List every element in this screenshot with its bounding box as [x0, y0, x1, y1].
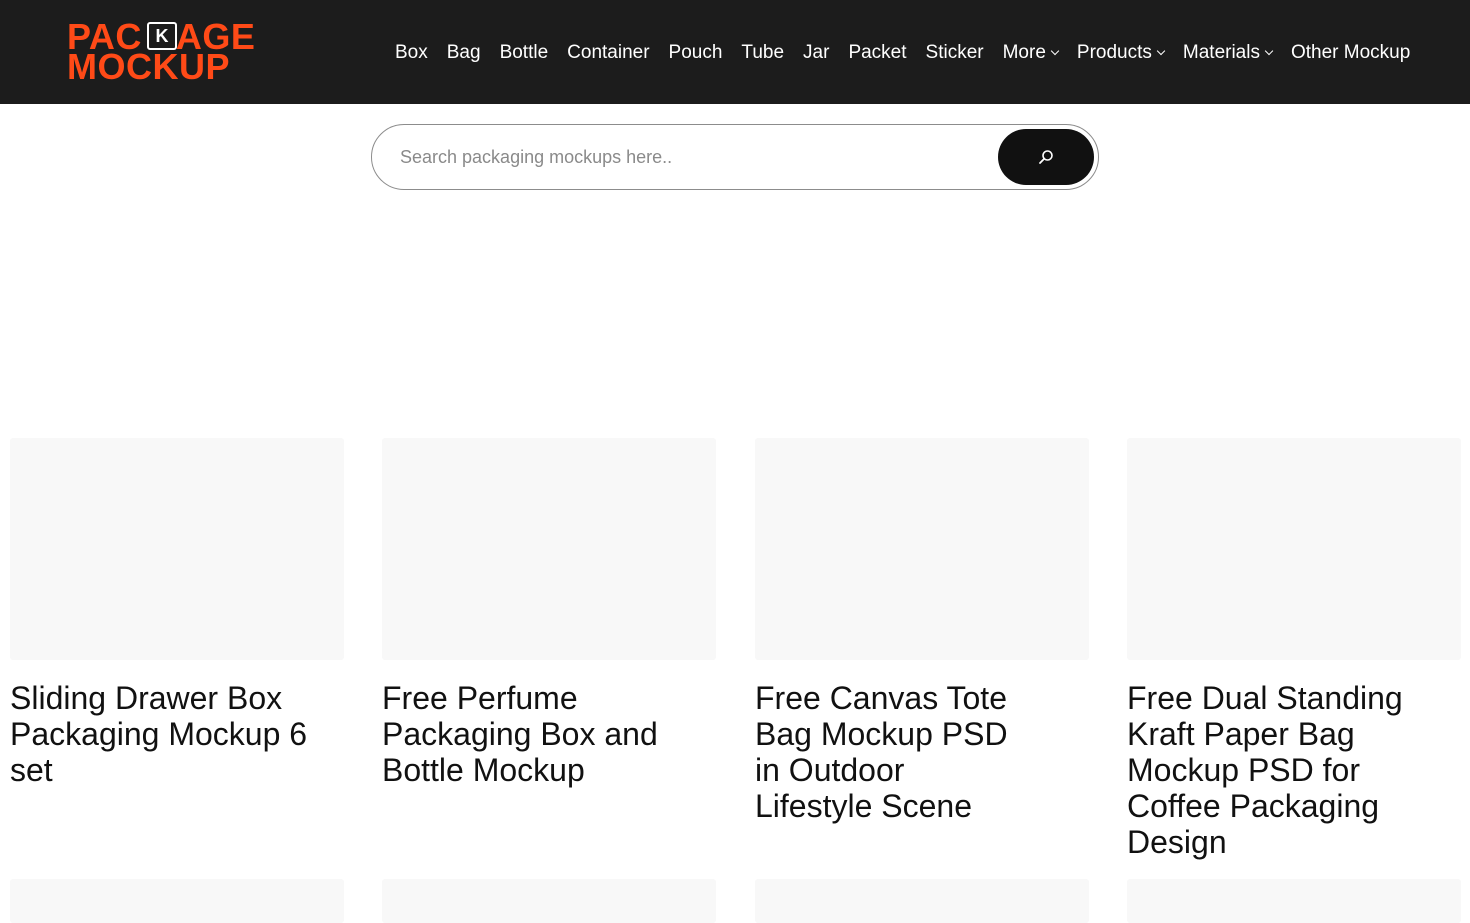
nav-label: Box [395, 42, 428, 63]
chevron-down-icon [1050, 46, 1060, 56]
card-thumbnail[interactable] [382, 438, 716, 660]
card-thumbnail[interactable] [1127, 438, 1461, 660]
card-thumbnail[interactable] [755, 879, 1089, 923]
nav-label: Other Mockup [1290, 42, 1411, 63]
search-form [371, 124, 1099, 190]
card-title[interactable]: Free Dual Standing Kraft Paper Bag Mocku… [1127, 680, 1409, 860]
card-thumbnail[interactable] [10, 438, 344, 660]
search-input[interactable] [400, 141, 1000, 173]
mockup-card[interactable]: Free Dual Standing Kraft Paper Bag Mocku… [1127, 438, 1461, 860]
logo-text-bottom: MOCKUP [67, 46, 230, 87]
nav-item-pouch[interactable]: Pouch [669, 41, 723, 65]
nav-label: Bottle [499, 42, 549, 63]
nav-label: More [1002, 42, 1046, 63]
nav-item-bag[interactable]: Bag [447, 41, 481, 65]
nav-label: Products [1076, 42, 1152, 63]
nav-item-products[interactable]: Products [1076, 41, 1166, 65]
nav-label: Bag [446, 42, 481, 63]
card-thumbnail[interactable] [755, 438, 1089, 660]
site-header: PAC AGE K MOCKUP Box Bag Bottle Container… [0, 0, 1470, 104]
mockup-card[interactable]: Sliding Drawer Box Packaging Mockup 6 se… [10, 438, 344, 788]
nav-label: Container [567, 42, 650, 63]
nav-label: Materials [1182, 42, 1260, 63]
nav-item-jar[interactable]: Jar [803, 41, 829, 65]
card-thumbnail[interactable] [1127, 879, 1461, 923]
nav-label: Packet [848, 42, 907, 63]
card-title[interactable]: Sliding Drawer Box Packaging Mockup 6 se… [10, 680, 320, 788]
search-icon [1039, 150, 1053, 164]
nav-item-packet[interactable]: Packet [848, 41, 906, 65]
search-button[interactable] [998, 129, 1094, 185]
nav-label: Jar [803, 42, 830, 63]
chevron-down-icon [1156, 46, 1166, 56]
nav-label: Sticker [925, 42, 984, 63]
nav-item-other-mockup[interactable]: Other Mockup [1291, 41, 1410, 65]
card-title[interactable]: Free Perfume Packaging Box and Bottle Mo… [382, 680, 692, 788]
nav-item-box[interactable]: Box [395, 41, 428, 65]
card-thumbnail[interactable] [382, 879, 716, 923]
main-nav: Box Bag Bottle Container Pouch Tube Jar … [395, 40, 1410, 66]
nav-label: Tube [741, 42, 785, 63]
mockup-card[interactable]: Free Perfume Packaging Box and Bottle Mo… [382, 438, 716, 788]
card-title[interactable]: Free Canvas Tote Bag Mockup PSD in Outdo… [755, 680, 1017, 824]
site-logo[interactable]: PAC AGE K MOCKUP [67, 19, 263, 87]
nav-item-bottle[interactable]: Bottle [500, 41, 549, 65]
nav-item-materials[interactable]: Materials [1182, 41, 1274, 65]
nav-item-sticker[interactable]: Sticker [926, 41, 984, 65]
nav-item-container[interactable]: Container [567, 41, 649, 65]
card-thumbnail[interactable] [10, 879, 344, 923]
nav-item-more[interactable]: More [1002, 41, 1060, 65]
nav-label: Pouch [668, 42, 723, 63]
chevron-down-icon [1264, 46, 1274, 56]
mockup-card[interactable]: Free Canvas Tote Bag Mockup PSD in Outdo… [755, 438, 1089, 824]
nav-item-tube[interactable]: Tube [741, 41, 784, 65]
